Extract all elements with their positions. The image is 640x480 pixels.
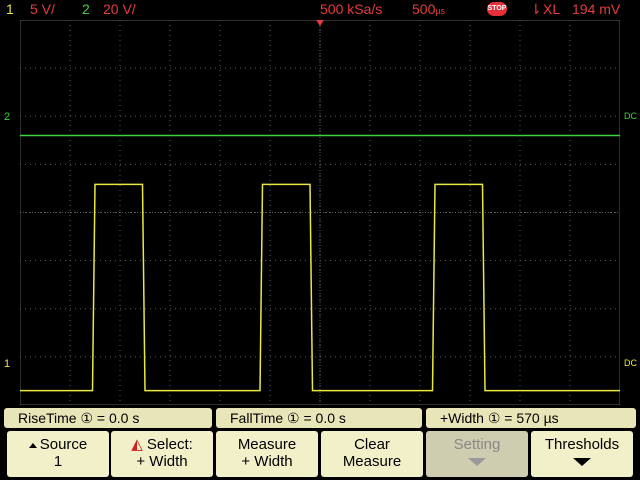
timebase[interactable]: 500µs xyxy=(412,0,445,20)
trigger-level[interactable]: 194 mV xyxy=(572,0,620,18)
ch1-scale[interactable]: 5 V/ xyxy=(30,0,55,18)
ch1-marker[interactable]: 1 xyxy=(4,358,10,370)
rotary-knob-icon: ◭ xyxy=(131,436,147,453)
falltime-readout: FallTime ① = 0.0 s xyxy=(216,408,422,428)
sample-rate: 500 kSa/s xyxy=(320,1,383,17)
ch1-dc-label: DC xyxy=(624,358,637,368)
measure-softkey[interactable]: Measure + Width xyxy=(216,431,318,477)
trigger-source[interactable]: XL xyxy=(543,0,560,18)
measurement-bar: RiseTime ① = 0.0 s FallTime ① = 0.0 s +W… xyxy=(0,408,640,428)
select-softkey[interactable]: ◭ Select: + Width xyxy=(111,431,213,477)
source-softkey[interactable]: Source 1 xyxy=(7,431,109,477)
ch2-scale[interactable]: 20 V/ xyxy=(103,0,136,18)
ch2-dc-label: DC xyxy=(624,111,637,121)
trigger-edge-icon: ⇂ xyxy=(530,1,542,17)
softkey-bar: Source 1 ◭ Select: + Width Measure + Wid… xyxy=(0,431,640,480)
ch2-marker[interactable]: 2 xyxy=(4,111,10,123)
measure-value: + Width xyxy=(241,453,293,470)
thresholds-softkey[interactable]: Thresholds xyxy=(531,431,633,477)
up-arrow-icon xyxy=(28,442,37,448)
submenu-arrow-icon xyxy=(468,458,486,466)
ch2-number[interactable]: 2 xyxy=(82,0,90,18)
width-readout: +Width ① = 570 µs xyxy=(426,408,636,428)
ch1-number[interactable]: 1 xyxy=(6,0,14,18)
select-value: + Width xyxy=(136,453,188,470)
risetime-readout: RiseTime ① = 0.0 s xyxy=(4,408,212,428)
waveform-display xyxy=(20,20,620,405)
graticule-grid xyxy=(20,20,620,405)
source-value: 1 xyxy=(53,453,63,470)
setting-softkey[interactable]: Setting xyxy=(426,431,528,477)
status-bar: 1 5 V/ 2 20 V/ 500 kSa/s 500µs STOP ⇂ XL… xyxy=(0,0,640,18)
clear-measure-softkey[interactable]: Clear Measure xyxy=(321,431,423,477)
trigger-position-marker[interactable] xyxy=(316,20,324,26)
stop-icon[interactable]: STOP xyxy=(487,2,507,16)
submenu-arrow-icon xyxy=(573,458,591,466)
